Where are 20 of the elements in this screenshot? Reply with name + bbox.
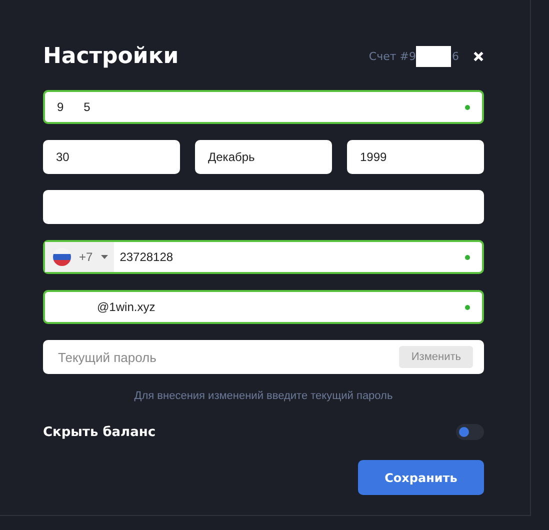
country-select[interactable]: +7	[45, 242, 114, 272]
save-button[interactable]: Сохранить	[358, 460, 484, 495]
caret-icon	[100, 255, 108, 259]
account-number: Счет #9	[368, 50, 416, 62]
account-number-end: 6	[452, 50, 459, 62]
date-field[interactable]: Декабрь	[195, 140, 332, 174]
email-field[interactable]: @1win.xyz	[43, 290, 484, 324]
close-icon[interactable]	[473, 50, 484, 62]
hint-text: Для внесения изменений введите текущий пароль	[133, 390, 394, 402]
valid-dot-icon	[465, 104, 470, 110]
name-field[interactable]: 9 5	[43, 90, 484, 124]
input-field[interactable]	[43, 190, 484, 224]
hide-balance-switch[interactable]	[456, 424, 484, 440]
date-field[interactable]: 30	[43, 140, 180, 174]
valid-dot-icon	[465, 254, 470, 260]
date-field[interactable]: 1999	[347, 140, 484, 174]
hide-balance-label: Скрыть баланс	[43, 424, 156, 440]
dialog-title: Настройки	[43, 44, 179, 68]
phone-field[interactable]: +7 23728128	[43, 240, 484, 274]
valid-dot-icon	[465, 304, 470, 310]
